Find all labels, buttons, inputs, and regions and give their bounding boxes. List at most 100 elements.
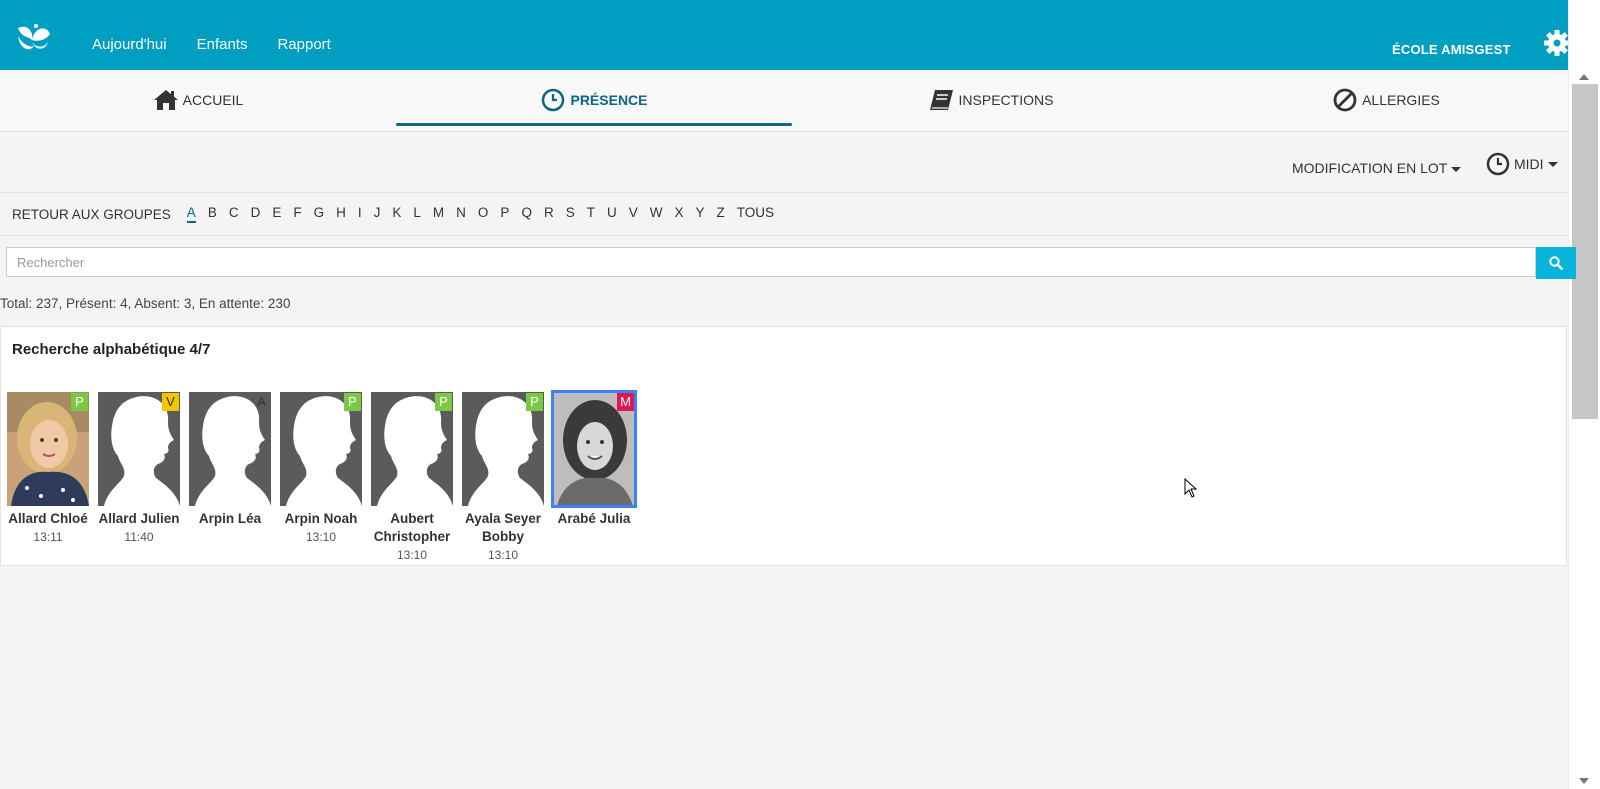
child-card[interactable]: M Arabé Julia <box>551 390 637 530</box>
status-badge: V <box>162 393 179 411</box>
letter-filter-a[interactable]: A <box>186 205 196 223</box>
arrival-time: 13:10 <box>487 548 519 562</box>
school-name[interactable]: ÉCOLE AMISGEST <box>1392 42 1511 57</box>
child-name: Arpin Noah <box>284 511 358 526</box>
status-badge: P <box>344 393 361 411</box>
tab-inspections[interactable]: INSPECTIONS <box>792 70 1188 130</box>
arrival-time: 13:11 <box>33 530 63 544</box>
child-photo[interactable]: V <box>98 392 180 506</box>
status-badge: A <box>257 394 266 409</box>
letter-filter-z[interactable]: Z <box>717 205 725 223</box>
top-navbar: Aujourd'hui Enfants Rapport ÉCOLE AMISGE… <box>0 0 1576 70</box>
letter-filter-o[interactable]: O <box>478 205 489 223</box>
status-badge: P <box>71 393 88 411</box>
child-photo[interactable]: M <box>551 390 637 508</box>
child-card[interactable]: V Allard Julien 11:40 <box>97 392 181 544</box>
arrival-time: 13:10 <box>396 548 428 562</box>
batch-edit-label: MODIFICATION EN LOT <box>1292 160 1448 176</box>
letter-filter-y[interactable]: Y <box>696 205 705 223</box>
letter-list: A B C D E F G H I J K L M N O P Q R S T U V W X Y Z TOUS <box>181 205 780 223</box>
letter-filter-e[interactable]: E <box>272 205 281 223</box>
child-photo[interactable]: P <box>462 392 544 506</box>
letter-filter-m[interactable]: M <box>433 205 444 223</box>
letter-filter-n[interactable]: N <box>456 205 466 223</box>
letter-filter-i[interactable]: I <box>358 205 362 223</box>
letter-filter-t[interactable]: T <box>587 205 595 223</box>
letter-filter-v[interactable]: V <box>629 205 638 223</box>
letter-filter-r[interactable]: R <box>544 205 554 223</box>
period-label: MIDI <box>1514 156 1544 172</box>
child-card[interactable]: P Ayala Seyer Bobby 13:10 <box>461 392 545 562</box>
letter-filter-p[interactable]: P <box>500 205 509 223</box>
letter-filter-f[interactable]: F <box>293 205 301 223</box>
child-card[interactable]: P Arpin Noah 13:10 <box>279 392 363 544</box>
letter-filter-u[interactable]: U <box>607 205 617 223</box>
butterfly-logo-icon[interactable] <box>12 22 52 54</box>
tab-label: ACCUEIL <box>182 92 244 108</box>
child-name: Ayala Seyer Bobby <box>464 511 542 544</box>
letter-filter-l[interactable]: L <box>413 205 421 223</box>
batch-edit-dropdown[interactable]: MODIFICATION EN LOT <box>1292 160 1462 176</box>
nav-report-link[interactable]: Rapport <box>277 36 330 53</box>
letter-filter-h[interactable]: H <box>336 205 346 223</box>
main-nav: Aujourd'hui Enfants Rapport <box>92 36 331 53</box>
status-badge: M <box>617 393 634 411</box>
search-button[interactable] <box>1536 247 1576 279</box>
letter-filter-s[interactable]: S <box>566 205 575 223</box>
tab-label: INSPECTIONS <box>958 92 1054 108</box>
mouse-cursor-icon <box>1184 478 1198 498</box>
child-card[interactable]: P Aubert Christopher 13:10 <box>370 392 454 562</box>
home-icon <box>153 90 178 110</box>
caret-down-icon <box>1547 161 1558 167</box>
child-photo[interactable]: P <box>7 392 89 506</box>
nav-today-link[interactable]: Aujourd'hui <box>92 36 167 53</box>
scroll-down-icon[interactable] <box>1579 778 1589 784</box>
search-icon <box>1549 256 1563 270</box>
child-name: Allard Chloé <box>8 511 88 526</box>
child-photo[interactable]: P <box>280 392 362 506</box>
attendance-summary: Total: 237, Présent: 4, Absent: 3, En at… <box>0 296 291 311</box>
ban-icon <box>1333 88 1357 112</box>
arrival-time: 13:10 <box>305 530 337 544</box>
letter-filter-j[interactable]: J <box>374 205 381 223</box>
letter-filter-c[interactable]: C <box>229 205 239 223</box>
search-bar <box>6 247 1578 281</box>
clock-icon <box>1486 152 1510 176</box>
letter-filter-x[interactable]: X <box>674 205 683 223</box>
period-dropdown[interactable]: MIDI <box>1486 152 1558 176</box>
letter-filter-g[interactable]: G <box>314 205 325 223</box>
tab-label: ALLERGIES <box>1362 92 1440 108</box>
child-name: Aubert Christopher <box>373 511 451 544</box>
letter-filter-w[interactable]: W <box>650 205 663 223</box>
tab-allergies[interactable]: ALLERGIES <box>1188 70 1584 130</box>
letter-filter-k[interactable]: K <box>392 205 401 223</box>
tab-label: PRÉSENCE <box>570 92 648 108</box>
panel-title: Recherche alphabétique 4/7 <box>12 341 211 358</box>
child-card[interactable]: A Arpin Léa <box>188 392 272 530</box>
search-input[interactable] <box>6 247 1536 277</box>
action-bar: MODIFICATION EN LOT MIDI <box>0 132 1568 193</box>
child-photo[interactable]: P <box>371 392 453 506</box>
children-panel: Recherche alphabétique 4/7 P Allard Chloé… <box>0 326 1567 566</box>
child-name: Allard Julien <box>98 511 180 526</box>
child-name: Arabé Julia <box>557 511 631 526</box>
alphabet-filter: RETOUR AUX GROUPES ABCDEFGHIJKLMNOPQRSTU… <box>0 193 1568 236</box>
letter-filter-b[interactable]: B <box>208 205 217 223</box>
section-tabs: ACCUEIL PRÉSENCE INSPECTIONS ALLERGIES <box>0 70 1568 132</box>
child-card[interactable]: P Allard Chloé 13:11 <box>6 392 90 544</box>
tab-accueil[interactable]: ACCUEIL <box>0 70 396 130</box>
child-name: Arpin Léa <box>198 511 262 526</box>
book-icon <box>929 90 953 110</box>
tab-presence[interactable]: PRÉSENCE <box>396 70 792 130</box>
status-badge: P <box>526 393 543 411</box>
arrival-time: 11:40 <box>124 530 154 544</box>
letter-filter-tous[interactable]: TOUS <box>737 205 774 223</box>
back-to-groups-link[interactable]: RETOUR AUX GROUPES <box>12 207 171 222</box>
nav-children-link[interactable]: Enfants <box>197 36 248 53</box>
clock-icon <box>542 88 565 112</box>
child-photo[interactable]: A <box>189 392 271 506</box>
status-badge: P <box>435 393 452 411</box>
caret-down-icon <box>1451 166 1462 172</box>
letter-filter-d[interactable]: D <box>251 205 261 223</box>
letter-filter-q[interactable]: Q <box>521 205 532 223</box>
